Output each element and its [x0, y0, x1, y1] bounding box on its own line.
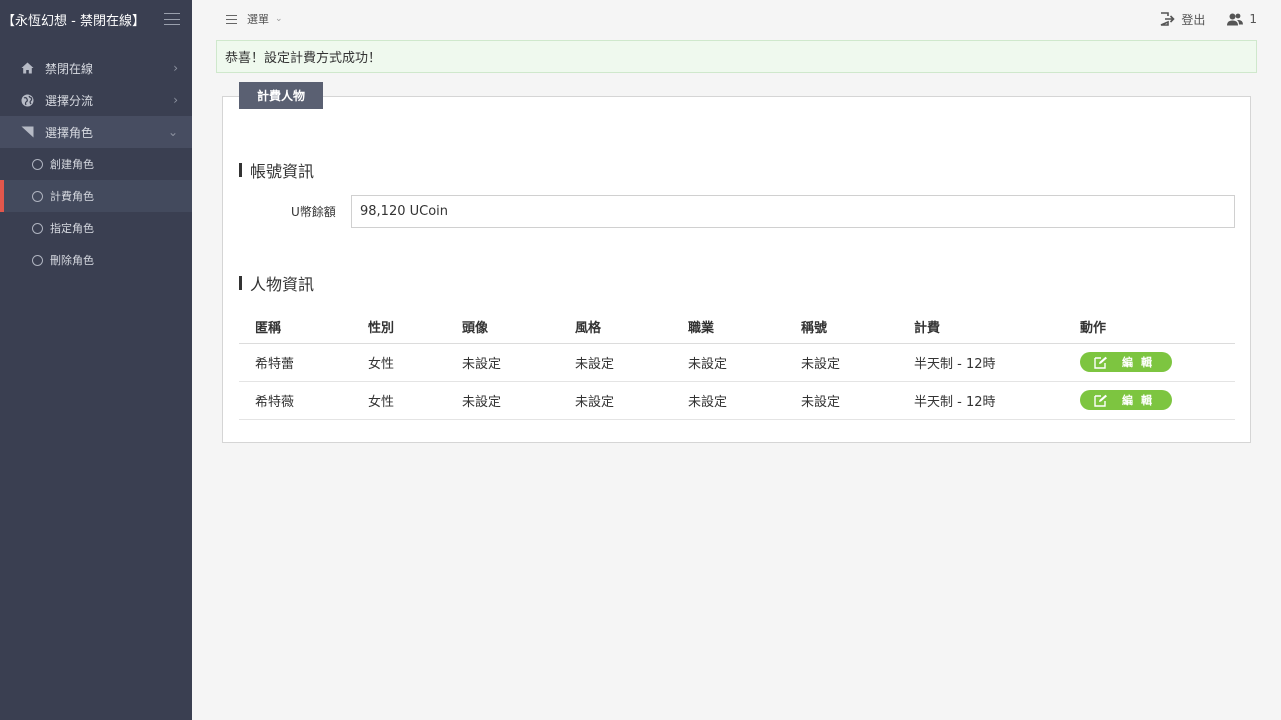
table-cell: 編輯 [1064, 390, 1235, 411]
sidebar-subitem-label: 創建角色 [50, 158, 94, 171]
sidebar-item-label: 禁閉在線 [45, 61, 94, 76]
table-cell: 未設定 [688, 357, 728, 372]
account-section-title: 帳號資訊 [239, 158, 314, 182]
table-row: 希特薇 女性 未設定 未設定 未設定 未設定 半天制 - 12時 編輯 [239, 382, 1235, 420]
table-cell: 女性 [368, 395, 395, 410]
column-header: 頭像 [462, 320, 489, 336]
sidebar-subitem-label: 指定角色 [50, 222, 94, 235]
table-cell: 半天制 - 12時 [914, 395, 996, 410]
sidebar-subitem-create[interactable]: 創建角色 [0, 148, 192, 180]
column-header: 稱號 [801, 320, 828, 336]
column-header: 匿稱 [255, 320, 282, 336]
sidebar-toggle-icon[interactable] [164, 13, 180, 25]
table-cell: 女性 [368, 357, 395, 372]
topbar: 選單 ⌄ 登出 1 [192, 0, 1281, 38]
table-cell: 編輯 [1064, 352, 1235, 373]
character-table: 匿稱 性別 頭像 風格 職業 稱號 計費 動作 希特蕾 女性 未設定 未設定 未… [239, 309, 1235, 420]
home-icon [20, 61, 34, 75]
column-header: 風格 [575, 320, 602, 336]
alert-message: 恭喜！設定計費方式成功！ [225, 51, 382, 66]
section-bar [239, 163, 242, 177]
sidebar-subitem-delete[interactable]: 刪除角色 [0, 244, 192, 276]
edit-label: 編輯 [1122, 356, 1160, 370]
table-cell: 未設定 [575, 357, 615, 372]
table-cell: 未設定 [801, 357, 841, 372]
edit-icon [1094, 356, 1107, 369]
success-alert: 恭喜！設定計費方式成功！ [216, 40, 1257, 73]
table-cell: 希特薇 [255, 395, 295, 410]
chevron-down-icon: ⌄ [167, 125, 178, 139]
sidebar-item-label: 選擇角色 [45, 125, 94, 140]
logout-button[interactable]: 登出 [1160, 11, 1205, 28]
topbar-actions: 登出 1 [1160, 11, 1257, 28]
edit-icon [1094, 394, 1107, 407]
online-users[interactable]: 1 [1227, 12, 1257, 26]
menu-label: 選單 [247, 13, 269, 26]
table-cell: 未設定 [688, 395, 728, 410]
panel-tab: 計費人物 [239, 82, 323, 109]
logout-icon [1161, 12, 1175, 26]
edit-label: 編輯 [1122, 394, 1160, 408]
circle-icon [32, 222, 43, 234]
globe-icon [20, 93, 34, 107]
table-cell: 未設定 [801, 395, 841, 410]
circle-icon [32, 254, 43, 266]
table-cell: 希特蕾 [255, 357, 295, 372]
users-icon [1227, 13, 1244, 25]
brand-header: 【永恆幻想 - 禁閉在線】 [0, 0, 192, 38]
circle-icon [32, 190, 43, 202]
column-header: 計費 [914, 320, 941, 336]
logout-label: 登出 [1181, 12, 1206, 27]
sidebar-subitem-label: 計費角色 [50, 190, 94, 203]
sidebar: 【永恆幻想 - 禁閉在線】 禁閉在線 › 選擇分流 › 選擇角色 ⌄ 創建角色 … [0, 0, 192, 720]
chevron-right-icon: › [173, 61, 178, 75]
table-cell: 未設定 [462, 395, 502, 410]
balance-field: 98,120 UCoin [351, 195, 1235, 228]
table-cell: 未設定 [462, 357, 502, 372]
hamburger-icon [226, 14, 237, 24]
column-header: 職業 [688, 320, 715, 336]
sidebar-item-server[interactable]: 選擇分流 › [0, 84, 192, 116]
brand-title: 【永恆幻想 - 禁閉在線】 [2, 13, 145, 29]
menu-dropdown[interactable]: 選單 ⌄ [226, 11, 283, 27]
sidebar-subitem-billing[interactable]: 計費角色 [0, 180, 192, 212]
sidebar-subitem-label: 刪除角色 [50, 254, 94, 267]
character-section-title: 人物資訊 [239, 271, 314, 295]
edit-button[interactable]: 編輯 [1080, 352, 1172, 373]
balance-label: U幣餘額 [291, 205, 336, 219]
column-header: 動作 [1080, 320, 1107, 336]
column-header: 性別 [368, 320, 395, 336]
table-row: 希特蕾 女性 未設定 未設定 未設定 未設定 半天制 - 12時 編輯 [239, 344, 1235, 382]
circle-icon [32, 158, 43, 170]
corner-icon [20, 125, 34, 139]
sidebar-item-online[interactable]: 禁閉在線 › [0, 52, 192, 84]
section-bar [239, 276, 242, 290]
sidebar-item-character[interactable]: 選擇角色 ⌄ [0, 116, 192, 148]
sidebar-subitem-assign[interactable]: 指定角色 [0, 212, 192, 244]
table-cell: 半天制 - 12時 [914, 357, 996, 372]
user-count: 1 [1249, 12, 1257, 26]
edit-button[interactable]: 編輯 [1080, 390, 1172, 411]
table-header: 匿稱 性別 頭像 風格 職業 稱號 計費 動作 [239, 309, 1235, 344]
table-cell: 未設定 [575, 395, 615, 410]
section-title-text: 人物資訊 [250, 275, 315, 294]
sidebar-nav: 禁閉在線 › 選擇分流 › 選擇角色 ⌄ 創建角色 計費角色 指定角色 刪除角色 [0, 52, 192, 276]
chevron-down-icon: ⌄ [275, 14, 283, 24]
chevron-right-icon: › [173, 93, 178, 107]
sidebar-item-label: 選擇分流 [45, 93, 94, 108]
section-title-text: 帳號資訊 [250, 162, 315, 181]
